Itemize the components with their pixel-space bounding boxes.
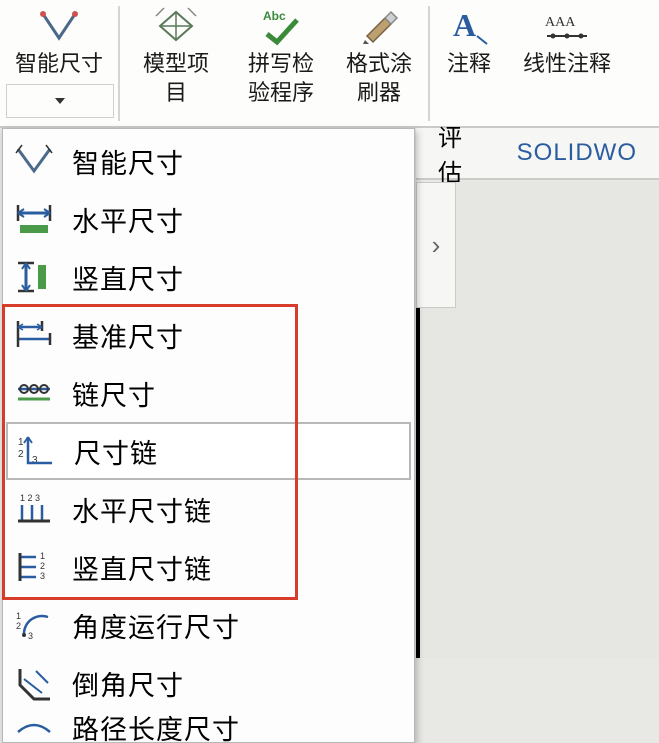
svg-text:AAA: AAA (545, 15, 576, 30)
menu-item-label: 基准尺寸 (72, 316, 184, 355)
menu-item-path-length-dim[interactable]: 路径长度尺寸 (6, 712, 411, 742)
angular-running-icon: 123 (12, 603, 56, 647)
vertical-ordinate-icon: 123 (12, 545, 56, 589)
menu-item-label: 尺寸链 (74, 432, 158, 471)
horizontal-dim-icon (12, 197, 56, 241)
tab-solidworks[interactable]: SOLIDWO (495, 128, 659, 178)
tab-evaluate[interactable]: 评估 (416, 128, 495, 178)
linear-note-label: 线性注释 (523, 50, 611, 79)
panel-expand-button[interactable]: › (416, 182, 456, 308)
svg-text:2: 2 (16, 621, 21, 631)
chevron-right-icon: › (432, 230, 441, 261)
smart-dim-icon (35, 4, 83, 48)
format-painter-label: 格式涂 刷器 (346, 50, 412, 107)
dimension-dropdown-menu: 智能尺寸 水平尺寸 竖直尺寸 基准尺寸 链尺寸 123 尺寸链 1 2 3 (2, 128, 415, 743)
horizontal-ordinate-icon: 1 2 3 (12, 487, 56, 531)
spell-check-icon: Abc (257, 4, 305, 48)
svg-text:1 2 3: 1 2 3 (20, 493, 40, 503)
spell-check-button[interactable]: Abc 拼写检 验程序 (232, 0, 330, 126)
menu-item-label: 倒角尺寸 (72, 664, 184, 703)
linear-note-icon: AAA (543, 4, 591, 48)
menu-item-label: 水平尺寸 (72, 200, 184, 239)
menu-item-ordinate-dim[interactable]: 123 尺寸链 (6, 422, 411, 480)
spell-check-label: 拼写检 验程序 (248, 50, 314, 107)
menu-item-baseline-dim[interactable]: 基准尺寸 (6, 306, 411, 364)
menu-item-label: 水平尺寸链 (72, 490, 212, 529)
path-length-icon (12, 714, 56, 740)
dimension-dropdown-trigger[interactable] (6, 84, 114, 118)
chamfer-dim-icon (12, 661, 56, 705)
smart-dim-label: 智能尺寸 (15, 50, 103, 79)
svg-text:2: 2 (18, 449, 24, 460)
tab-bar: 评估 SOLIDWO (416, 128, 659, 180)
menu-item-vertical-ordinate[interactable]: 123 竖直尺寸链 (6, 538, 411, 596)
svg-text:2: 2 (40, 561, 45, 571)
smart-dim-icon (12, 139, 56, 183)
ordinate-dim-icon: 123 (14, 429, 58, 473)
vertical-dim-icon (12, 255, 56, 299)
annotation-label: 注释 (447, 50, 491, 79)
annotation-button[interactable]: A 注释 (430, 0, 508, 126)
linear-note-button[interactable]: AAA 线性注释 (508, 0, 626, 126)
menu-item-horizontal-dim[interactable]: 水平尺寸 (6, 190, 411, 248)
menu-item-smart-dim[interactable]: 智能尺寸 (6, 132, 411, 190)
chain-dim-icon (12, 371, 56, 415)
menu-item-label: 竖直尺寸链 (72, 548, 212, 587)
menu-item-label: 链尺寸 (72, 374, 156, 413)
format-painter-button[interactable]: 格式涂 刷器 (330, 0, 428, 126)
model-items-button[interactable]: 模型项 目 (120, 0, 232, 126)
chevron-down-icon (55, 98, 65, 104)
svg-text:1: 1 (40, 551, 45, 561)
format-painter-icon (355, 4, 403, 48)
svg-text:3: 3 (28, 631, 33, 641)
menu-item-label: 路径长度尺寸 (72, 712, 240, 742)
menu-item-chain-dim[interactable]: 链尺寸 (6, 364, 411, 422)
svg-text:1: 1 (16, 611, 21, 621)
baseline-dim-icon (12, 313, 56, 357)
menu-item-vertical-dim[interactable]: 竖直尺寸 (6, 248, 411, 306)
menu-item-label: 智能尺寸 (72, 142, 184, 181)
svg-text:1: 1 (18, 437, 24, 448)
svg-text:A: A (453, 7, 476, 43)
menu-item-chamfer-dim[interactable]: 倒角尺寸 (6, 654, 411, 712)
model-items-icon (152, 4, 200, 48)
model-items-label: 模型项 目 (143, 50, 209, 107)
svg-text:3: 3 (32, 455, 38, 466)
menu-item-horizontal-ordinate[interactable]: 1 2 3 水平尺寸链 (6, 480, 411, 538)
svg-text:Abc: Abc (263, 9, 286, 23)
menu-item-label: 角度运行尺寸 (72, 606, 240, 645)
menu-item-angular-running-dim[interactable]: 123 角度运行尺寸 (6, 596, 411, 654)
svg-text:3: 3 (40, 571, 45, 581)
annotation-icon: A (445, 4, 493, 48)
menu-item-label: 竖直尺寸 (72, 258, 184, 297)
